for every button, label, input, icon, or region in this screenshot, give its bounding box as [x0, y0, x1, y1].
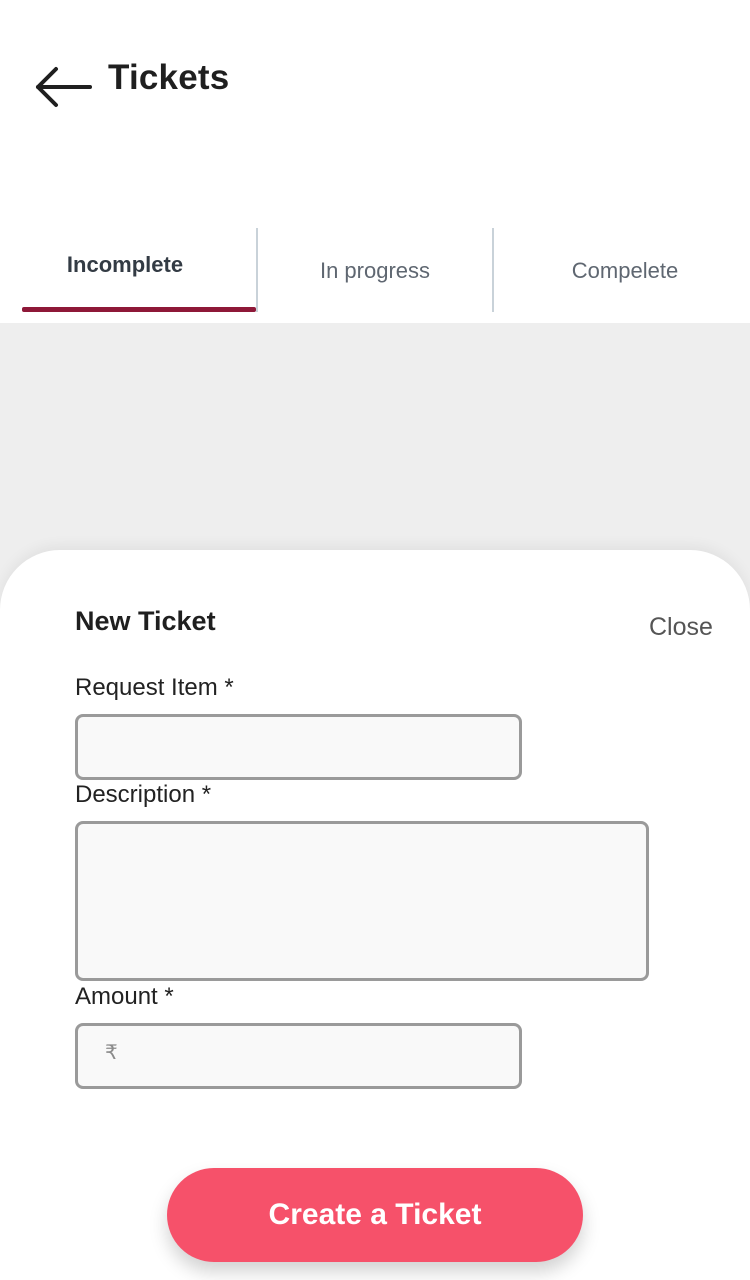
app-header: Tickets	[0, 0, 750, 218]
create-ticket-button[interactable]: Create a Ticket	[167, 1168, 583, 1262]
arrow-left-icon	[36, 67, 92, 107]
page-title: Tickets	[108, 58, 230, 97]
tab-divider	[492, 228, 494, 312]
tab-complete[interactable]: Compelete	[492, 218, 750, 323]
tab-label: In progress	[319, 258, 431, 283]
active-tab-indicator	[22, 307, 256, 312]
back-button[interactable]	[32, 60, 94, 114]
tab-label: Incomplete	[66, 252, 184, 277]
sheet-title: New Ticket	[75, 606, 216, 636]
amount-label: Amount *	[75, 983, 174, 1010]
rupee-icon: ₹	[105, 1040, 118, 1064]
status-tabs: Incomplete In progress Compelete	[0, 218, 750, 323]
tickets-screen: Tickets Incomplete In progress Compelete…	[0, 0, 750, 1280]
description-label: Description *	[75, 781, 212, 808]
tab-incomplete[interactable]: Incomplete	[0, 218, 256, 323]
amount-field: ₹	[75, 1023, 522, 1089]
close-button[interactable]: Close	[649, 613, 713, 642]
description-textarea[interactable]	[75, 821, 649, 981]
amount-input[interactable]	[75, 1023, 522, 1089]
tab-label: Compelete	[571, 258, 679, 283]
tab-in-progress[interactable]: In progress	[250, 218, 500, 323]
request-item-input[interactable]	[75, 714, 522, 780]
request-item-label: Request Item *	[75, 674, 234, 701]
